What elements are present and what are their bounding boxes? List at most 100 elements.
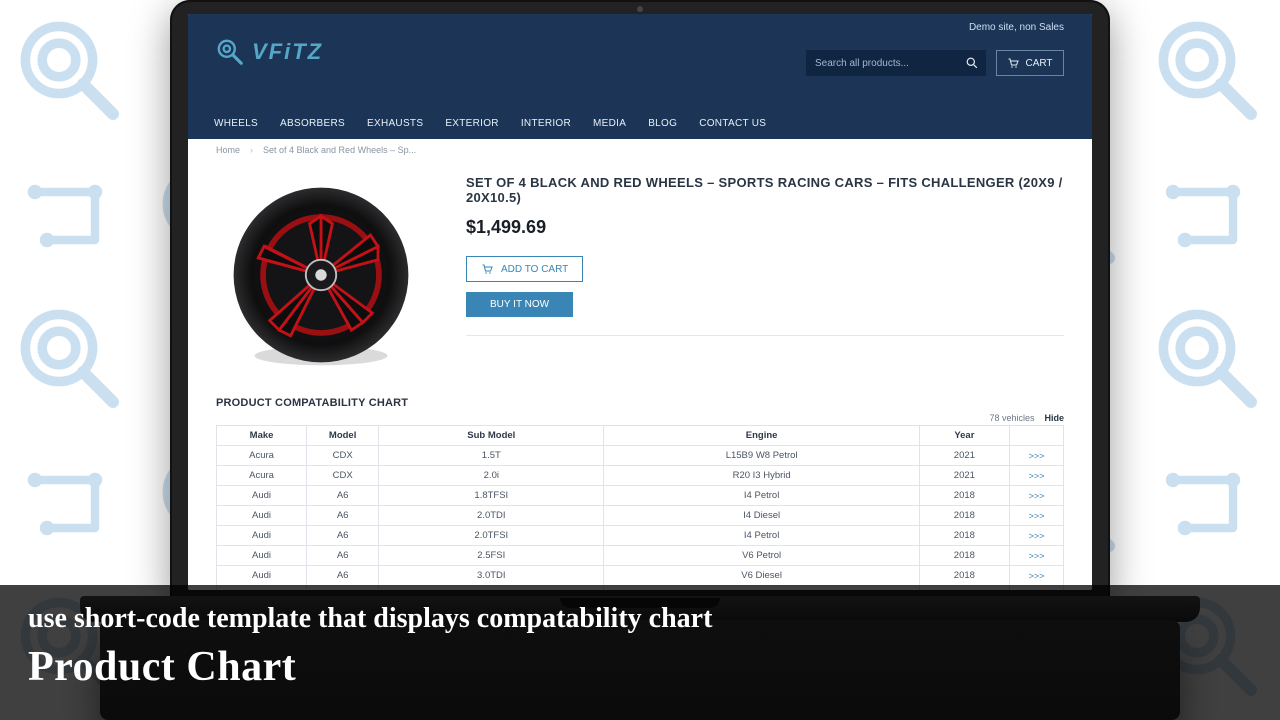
cell-engine: I4 Diesel	[604, 506, 919, 526]
cell-make: Audi	[217, 566, 307, 586]
breadcrumb-home[interactable]: Home	[216, 145, 240, 155]
cell-sub: 2.5FSI	[379, 546, 604, 566]
table-row: AudiA63.0TDIV6 Diesel2018>>>	[217, 566, 1064, 586]
site-body: Home › Set of 4 Black and Red Wheels – S…	[188, 139, 1092, 590]
table-row: AudiA62.0TFSII4 Petrol2018>>>	[217, 526, 1064, 546]
cart-label: CART	[1025, 58, 1052, 69]
main-nav: WHEELS ABSORBERS EXHAUSTS EXTERIOR INTER…	[214, 118, 766, 129]
col-engine: Engine	[604, 426, 919, 446]
cell-model: A6	[307, 506, 379, 526]
cell-year: 2018	[919, 546, 1009, 566]
col-model: Model	[307, 426, 379, 446]
divider	[466, 335, 1064, 336]
bg-pattern-icon	[1138, 432, 1280, 576]
bg-pattern-icon	[1138, 288, 1280, 432]
breadcrumb-current: Set of 4 Black and Red Wheels – Sp...	[263, 145, 416, 155]
col-submodel: Sub Model	[379, 426, 604, 446]
cell-make: Audi	[217, 546, 307, 566]
cell-more[interactable]: >>>	[1009, 466, 1063, 486]
cell-model: A6	[307, 546, 379, 566]
table-row: AcuraCDX2.0iR20 I3 Hybrid2021>>>	[217, 466, 1064, 486]
product-image[interactable]	[216, 175, 426, 375]
product-title: SET OF 4 BLACK AND RED WHEELS – SPORTS R…	[466, 175, 1064, 205]
nav-exterior[interactable]: EXTERIOR	[445, 118, 499, 129]
cell-make: Acura	[217, 446, 307, 466]
nav-blog[interactable]: BLOG	[648, 118, 677, 129]
nav-contact[interactable]: CONTACT US	[699, 118, 766, 129]
demo-notice: Demo site, non Sales	[969, 22, 1064, 33]
cell-more[interactable]: >>>	[1009, 526, 1063, 546]
caption-line1: use short-code template that displays co…	[28, 603, 1252, 635]
bg-pattern-icon	[1138, 0, 1280, 144]
nav-exhausts[interactable]: EXHAUSTS	[367, 118, 423, 129]
cart-button[interactable]: CART	[996, 50, 1064, 76]
cell-make: Acura	[217, 466, 307, 486]
col-year: Year	[919, 426, 1009, 446]
add-to-cart-button[interactable]: ADD TO CART	[466, 256, 583, 282]
cell-year: 2018	[919, 506, 1009, 526]
logo-text: VFiTZ	[252, 39, 323, 65]
breadcrumb: Home › Set of 4 Black and Red Wheels – S…	[216, 145, 1064, 155]
compat-table: Make Model Sub Model Engine Year AcuraCD…	[216, 425, 1064, 590]
cell-model: A6	[307, 486, 379, 506]
bg-pattern-icon	[0, 144, 142, 288]
cell-sub: 1.5T	[379, 446, 604, 466]
cell-more[interactable]: >>>	[1009, 546, 1063, 566]
browser-viewport: Demo site, non Sales VFiTZ	[188, 14, 1092, 590]
cell-model: CDX	[307, 466, 379, 486]
cell-more[interactable]: >>>	[1009, 506, 1063, 526]
nav-absorbers[interactable]: ABSORBERS	[280, 118, 345, 129]
nav-wheels[interactable]: WHEELS	[214, 118, 258, 129]
compat-hide-toggle[interactable]: Hide	[1044, 413, 1064, 423]
site-logo[interactable]: VFiTZ	[214, 32, 323, 72]
col-make: Make	[217, 426, 307, 446]
buy-now-label: BUY IT NOW	[490, 299, 549, 310]
buy-now-button[interactable]: BUY IT NOW	[466, 292, 573, 317]
laptop-screen-bezel: Demo site, non Sales VFiTZ	[170, 0, 1110, 600]
table-row: AudiA61.8TFSII4 Petrol2018>>>	[217, 486, 1064, 506]
cell-more[interactable]: >>>	[1009, 486, 1063, 506]
caption-line2: Product Chart	[28, 643, 1252, 691]
nav-media[interactable]: MEDIA	[593, 118, 626, 129]
cell-make: Audi	[217, 506, 307, 526]
cell-more[interactable]: >>>	[1009, 566, 1063, 586]
cell-engine: V6 Petrol	[604, 546, 919, 566]
cell-year: 2021	[919, 466, 1009, 486]
search-bar[interactable]	[806, 50, 986, 76]
laptop-camera	[637, 6, 643, 12]
cell-engine: I4 Petrol	[604, 486, 919, 506]
search-button[interactable]	[959, 50, 985, 76]
cell-model: CDX	[307, 446, 379, 466]
cell-sub: 1.8TFSI	[379, 486, 604, 506]
compat-heading: PRODUCT COMPATABILITY CHART	[216, 397, 1064, 409]
cell-make: Audi	[217, 526, 307, 546]
logo-icon	[214, 36, 246, 68]
cell-make: Audi	[217, 486, 307, 506]
bg-pattern-icon	[1138, 144, 1280, 288]
table-row: AudiA62.5FSIV6 Petrol2018>>>	[217, 546, 1064, 566]
cell-sub: 2.0TDI	[379, 506, 604, 526]
cell-year: 2021	[919, 446, 1009, 466]
cart-icon	[1007, 57, 1019, 69]
search-input[interactable]	[807, 58, 959, 69]
caption-overlay: use short-code template that displays co…	[0, 585, 1280, 720]
bg-pattern-icon	[0, 0, 142, 144]
cell-sub: 2.0i	[379, 466, 604, 486]
nav-interior[interactable]: INTERIOR	[521, 118, 571, 129]
table-row: AcuraCDX1.5TL15B9 W8 Petrol2021>>>	[217, 446, 1064, 466]
cell-engine: V6 Diesel	[604, 566, 919, 586]
search-icon	[966, 57, 978, 69]
cell-sub: 2.0TFSI	[379, 526, 604, 546]
col-more	[1009, 426, 1063, 446]
wheel-icon	[226, 180, 416, 370]
table-row: AudiA62.0TDII4 Diesel2018>>>	[217, 506, 1064, 526]
compat-count: 78 vehicles	[989, 413, 1034, 423]
cell-sub: 3.0TDI	[379, 566, 604, 586]
cell-engine: L15B9 W8 Petrol	[604, 446, 919, 466]
cell-model: A6	[307, 526, 379, 546]
add-to-cart-label: ADD TO CART	[501, 264, 568, 275]
bg-pattern-icon	[0, 288, 142, 432]
cell-more[interactable]: >>>	[1009, 446, 1063, 466]
cart-icon	[481, 263, 493, 275]
cell-engine: I4 Petrol	[604, 526, 919, 546]
